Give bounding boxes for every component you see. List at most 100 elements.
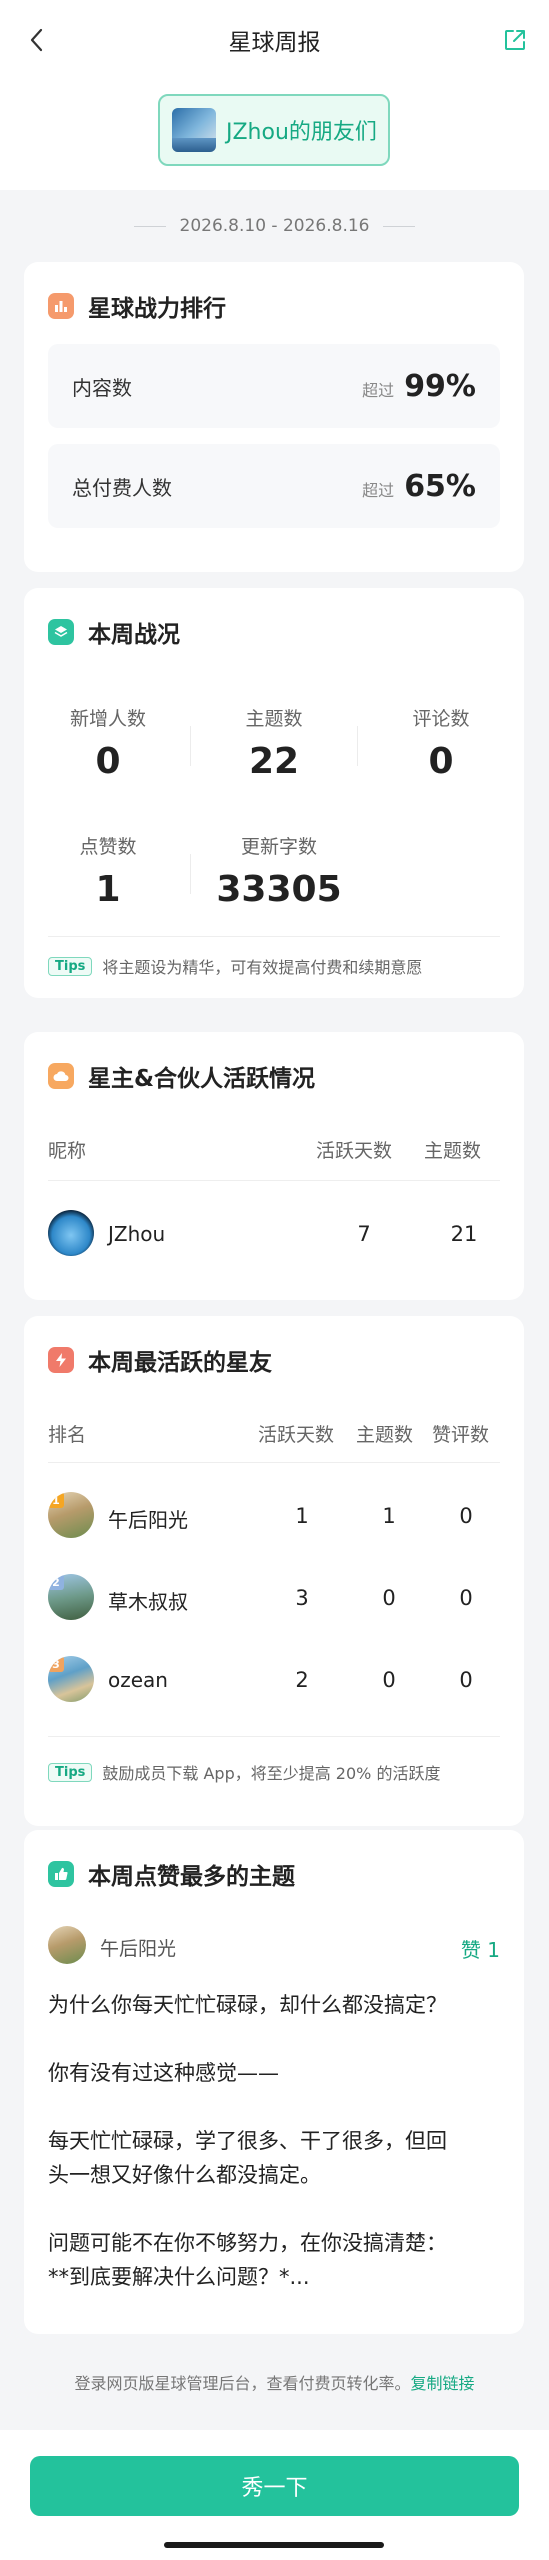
post-line: **到底要解决什么问题？*...	[48, 2265, 310, 2289]
topic-count: 0	[382, 1586, 396, 1610]
topic-count: 21	[450, 1222, 478, 1246]
stat-label: 点赞数	[79, 836, 137, 858]
column-header-name: 昵称	[48, 1140, 87, 1162]
card-title: 星球战力排行	[88, 296, 226, 322]
post-line: 为什么你每天忙忙碌碌，却什么都没搞定？	[48, 1993, 447, 2017]
tips-tag: Tips	[48, 956, 93, 976]
divider	[383, 225, 416, 227]
member-name: JZhou	[108, 1222, 166, 1246]
stat-words: 更新字数 33305	[204, 832, 354, 910]
member-name: 午后阳光	[108, 1508, 188, 1532]
group-header: JZhou的朋友们	[0, 80, 549, 190]
thumbs-up-icon	[48, 1861, 74, 1887]
rank-percent: 99%	[404, 368, 476, 404]
avatar	[48, 1210, 94, 1256]
stat-comments: 评论数 0	[371, 704, 511, 782]
active-days: 2	[295, 1668, 309, 1692]
rank-over-label: 超过	[362, 480, 395, 500]
home-indicator	[164, 2542, 384, 2548]
like-count: 0	[459, 1586, 473, 1610]
cloud-icon	[48, 1063, 74, 1089]
column-header-topics: 主题数	[424, 1140, 482, 1162]
column-header-topics: 主题数	[356, 1424, 414, 1446]
bar-chart-icon	[48, 293, 74, 319]
post-line: 你有没有过这种感觉——	[48, 2061, 279, 2085]
member-name: 草木叔叔	[108, 1590, 188, 1614]
post-line: 问题可能不在你不够努力，在你没搞清楚：	[48, 2231, 447, 2255]
column-header-likes: 赞评数	[432, 1424, 490, 1446]
stat-likes: 点赞数 1	[38, 832, 178, 910]
layers-icon	[48, 619, 74, 645]
stat-label: 新增人数	[69, 708, 146, 730]
tips-text: 鼓励成员下载 App，将至少提高 20% 的活跃度	[102, 1764, 441, 1783]
divider	[133, 225, 166, 227]
date-range-row: 2026.8.10 - 2026.8.16	[0, 206, 549, 246]
column-header-days: 活跃天数	[316, 1140, 393, 1162]
rank-label: 总付费人数	[72, 475, 172, 500]
card-title: 本周战况	[88, 622, 180, 648]
tips-tag: Tips	[48, 1762, 93, 1782]
stat-value: 1	[95, 869, 121, 910]
divider	[48, 1462, 500, 1463]
top-bar: 星球周报	[0, 0, 549, 80]
top-post-card[interactable]: 本周点赞最多的主题 午后阳光 赞 1 为什么你每天忙忙碌碌，却什么都没搞定？ 你…	[24, 1830, 524, 2334]
avatar: 1	[48, 1492, 94, 1538]
show-off-button[interactable]: 秀一下	[30, 2456, 519, 2516]
column-header-days: 活跃天数	[258, 1424, 335, 1446]
stat-value: 0	[95, 741, 121, 782]
footer-note: 登录网页版星球管理后台，查看付费页转化率。复制链接	[0, 2370, 549, 2394]
tips-text: 将主题设为精华，可有效提高付费和续期意愿	[102, 958, 423, 977]
post-author: 午后阳光	[100, 1938, 177, 1960]
like-count: 0	[459, 1668, 473, 1692]
tips-row: Tips 将主题设为精华，可有效提高付费和续期意愿	[48, 954, 422, 978]
page-title: 星球周报	[228, 30, 321, 56]
stat-label: 主题数	[245, 708, 303, 730]
rank-row-payers: 总付费人数 超过 65%	[48, 444, 500, 528]
date-range: 2026.8.10 - 2026.8.16	[179, 216, 370, 236]
weekly-stats-card: 本周战况 新增人数 0 主题数 22 评论数 0 点赞数 1 更新字数 3330…	[24, 588, 524, 998]
stat-value: 22	[248, 741, 300, 782]
column-header-rank: 排名	[48, 1424, 87, 1446]
owner-activity-card: 星主&合伙人活跃情况 昵称 活跃天数 主题数 JZhou 7 21	[24, 1032, 524, 1300]
stat-value: 0	[428, 741, 454, 782]
avatar	[48, 1926, 86, 1964]
avatar: 2	[48, 1574, 94, 1620]
ranking-card: 星球战力排行 内容数 超过 99% 总付费人数 超过 65%	[24, 262, 524, 572]
active-days: 1	[295, 1504, 309, 1528]
stat-topics: 主题数 22	[204, 704, 344, 782]
divider	[48, 1180, 500, 1181]
chevron-left-icon[interactable]	[18, 22, 54, 58]
active-days: 3	[295, 1586, 309, 1610]
like-count: 0	[459, 1504, 473, 1528]
share-external-icon[interactable]	[497, 22, 533, 58]
divider	[190, 726, 191, 766]
rank-row-content: 内容数 超过 99%	[48, 344, 500, 428]
avatar: 3	[48, 1656, 94, 1702]
group-badge[interactable]: JZhou的朋友们	[158, 94, 390, 166]
post-line: 每天忙忙碌碌，学了很多、干了很多，但回	[48, 2129, 447, 2153]
rank-badge: 2	[48, 1574, 64, 1590]
divider	[190, 854, 191, 894]
topic-count: 1	[382, 1504, 396, 1528]
stat-label: 评论数	[412, 708, 470, 730]
active-days: 7	[357, 1222, 371, 1246]
rank-badge: 1	[48, 1492, 64, 1508]
card-title: 星主&合伙人活跃情况	[88, 1066, 316, 1092]
rank-badge: 3	[48, 1656, 64, 1672]
lightning-icon	[48, 1347, 74, 1373]
divider	[48, 1736, 500, 1737]
divider	[48, 936, 500, 937]
post-likes: 赞 1	[460, 1938, 500, 1962]
member-name: ozean	[108, 1668, 168, 1692]
active-members-card: 本周最活跃的星友 排名 活跃天数 主题数 赞评数 1 午后阳光 1 1 0 2 …	[24, 1316, 524, 1826]
footer-note-text: 登录网页版星球管理后台，查看付费页转化率。	[74, 2374, 411, 2393]
group-name: JZhou的朋友们	[226, 120, 377, 145]
tips-row: Tips 鼓励成员下载 App，将至少提高 20% 的活跃度	[48, 1760, 440, 1784]
card-title: 本周点赞最多的主题	[88, 1864, 295, 1890]
rank-label: 内容数	[72, 375, 132, 400]
group-avatar	[172, 108, 216, 152]
topic-count: 0	[382, 1668, 396, 1692]
rank-over-label: 超过	[362, 380, 395, 400]
post-line: 头一想又好像什么都没搞定。	[48, 2163, 321, 2187]
copy-link[interactable]: 复制链接	[411, 2374, 475, 2393]
